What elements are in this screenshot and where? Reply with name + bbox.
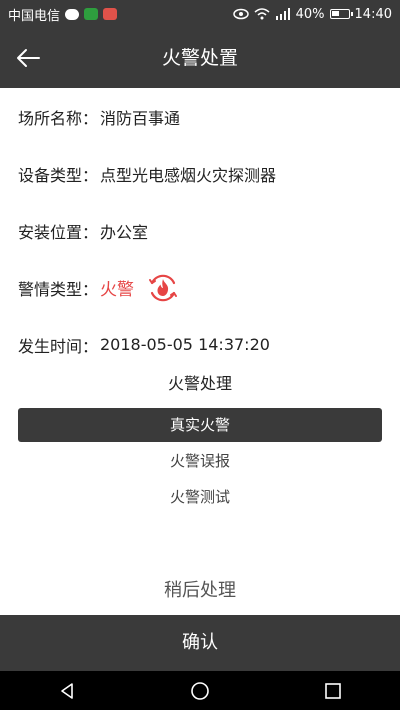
option-real-fire[interactable]: 真实火警 — [18, 408, 382, 442]
confirm-button[interactable]: 确认 — [0, 615, 400, 671]
circle-home-icon — [191, 681, 209, 700]
alarm-type-label: 警情类型： — [18, 279, 99, 299]
info-row-alarm-type: 警情类型： 火警 — [0, 259, 400, 316]
fire-alarm-icon — [146, 271, 180, 305]
location-label: 安装位置： — [18, 222, 99, 242]
nav-home-button[interactable] — [170, 671, 230, 710]
signal-icon — [275, 8, 290, 20]
handle-later-button[interactable]: 稍后处理 — [0, 576, 400, 602]
info-row-time: 发生时间： 2018-05-05 14:37:20 — [0, 316, 400, 373]
message-icon — [65, 8, 80, 20]
app-notification-icon — [84, 8, 99, 20]
battery-percent: 40% — [295, 6, 325, 22]
system-nav-bar — [0, 671, 400, 710]
time-label: 发生时间： — [18, 336, 99, 356]
map-notification-icon — [103, 8, 118, 20]
nav-back-button[interactable] — [37, 671, 97, 710]
info-row-location: 安装位置： 办公室 — [0, 202, 400, 259]
device-type-value: 点型光电感烟火灾探测器 — [100, 165, 277, 185]
square-recents-icon — [325, 682, 342, 699]
alarm-type-value: 火警 — [100, 280, 134, 300]
option-false-alarm[interactable]: 火警误报 — [18, 444, 382, 478]
carrier-name: 中国电信 — [8, 8, 61, 24]
app-bar: 火警处置 — [0, 28, 400, 88]
info-row-place: 场所名称： 消防百事通 — [0, 88, 400, 145]
clock: 14:40 — [354, 6, 392, 22]
eye-icon — [232, 8, 249, 20]
nav-recents-button[interactable] — [303, 671, 363, 710]
info-row-device-type: 设备类型： 点型光电感烟火灾探测器 — [0, 145, 400, 202]
alarm-info: 场所名称： 消防百事通 设备类型： 点型光电感烟火灾探测器 安装位置： 办公室 … — [0, 88, 400, 373]
status-right: 40% 14:40 — [232, 6, 392, 22]
time-value: 2018-05-05 14:37:20 — [100, 335, 270, 354]
status-left: 中国电信 — [8, 5, 118, 24]
place-value: 消防百事通 — [100, 108, 181, 128]
location-value: 办公室 — [100, 222, 149, 242]
arrow-left-icon — [17, 49, 40, 67]
handling-title: 火警处理 — [167, 374, 232, 393]
battery-icon — [329, 9, 353, 19]
back-button[interactable] — [10, 40, 46, 76]
status-bar: 中国电信 40% 14:40 — [0, 0, 400, 28]
device-type-label: 设备类型： — [18, 165, 99, 185]
triangle-back-icon — [60, 682, 73, 699]
page-title: 火警处置 — [161, 47, 238, 69]
place-label: 场所名称： — [18, 108, 99, 128]
option-fire-test[interactable]: 火警测试 — [18, 480, 382, 514]
wifi-icon — [254, 8, 270, 20]
